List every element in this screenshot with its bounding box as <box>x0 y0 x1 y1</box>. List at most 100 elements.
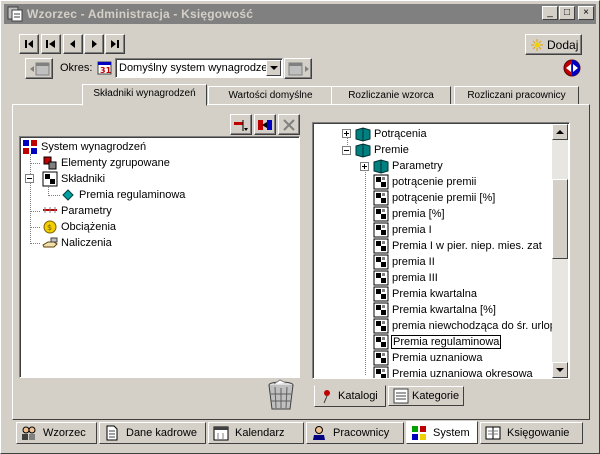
tab-system[interactable]: System <box>406 421 478 444</box>
catalog-item[interactable]: Premia kwartalna [%] <box>373 302 496 318</box>
period-select[interactable]: Domyślny system wynagrodzeń <box>115 58 283 78</box>
maximize-button[interactable]: □ <box>559 6 575 20</box>
close-button[interactable]: × <box>578 6 594 20</box>
delete-button[interactable] <box>278 114 300 135</box>
prev-period-button[interactable] <box>25 58 53 79</box>
arrow-up-icon <box>556 130 564 134</box>
scroll-up-button[interactable] <box>552 124 568 140</box>
collapse-icon[interactable] <box>25 174 34 183</box>
tab-kategorie[interactable]: Kategorie <box>388 386 464 406</box>
component-icon <box>373 222 389 238</box>
scroll-down-button[interactable] <box>552 362 568 378</box>
catalog-item[interactable]: Premia I w pier. niep. mies. zat <box>373 238 542 254</box>
tree-item-label: Premia kwartalna <box>392 288 477 300</box>
tab-skladniki[interactable]: Składniki wynagrodzeń <box>82 84 207 106</box>
component-icon <box>373 174 389 190</box>
person-icon <box>311 425 327 441</box>
catalog-item[interactable]: Premia kwartalna <box>373 286 477 302</box>
tree-item-skladniki[interactable]: Składniki <box>42 171 105 187</box>
tree-folder-parametry[interactable]: Parametry <box>373 158 443 174</box>
tab-dane-kadrowe[interactable]: Dane kadrowe <box>99 422 206 444</box>
catalog-item[interactable]: premia [%] <box>373 206 445 222</box>
catalog-item[interactable]: potrącenie premii [%] <box>373 190 495 206</box>
tab-kalendarz[interactable]: Kalendarz <box>208 422 304 444</box>
expand-icon[interactable] <box>342 129 351 138</box>
x-icon <box>283 119 295 131</box>
catalog-scrollbar[interactable] <box>552 124 568 378</box>
catalog-item[interactable]: Premia regulaminowa <box>373 334 502 350</box>
add-component-button[interactable] <box>254 114 276 135</box>
catalog-item[interactable]: potrącenie premii <box>373 174 476 190</box>
catalog-item[interactable]: premia III <box>373 270 438 286</box>
catalog-item[interactable]: Premia uznaniowa <box>373 350 483 366</box>
tab-katalogi[interactable]: Katalogi <box>314 385 386 407</box>
tab-label: Wzorzec <box>43 427 86 439</box>
next-record-button[interactable] <box>84 34 104 54</box>
tab-wzorzec[interactable]: Wzorzec <box>16 422 97 444</box>
svg-text:31: 31 <box>100 66 112 75</box>
tree-folder-potracenia[interactable]: Potrącenia <box>355 126 427 142</box>
tab-rozliczani-pracownicy[interactable]: Rozliczani pracownicy <box>454 86 579 106</box>
tree-item-premia-regulaminowa[interactable]: Premia regulaminowa <box>60 187 185 203</box>
tab-label: Pracownicy <box>333 427 390 439</box>
tab-pracownicy[interactable]: Pracownicy <box>306 422 404 444</box>
calendar-prev-icon <box>30 62 50 76</box>
component-icon <box>373 190 389 206</box>
book-icon <box>355 142 371 158</box>
group-icon <box>42 155 58 171</box>
tab-label: Dane kadrowe <box>126 427 197 439</box>
system-puzzle-icon <box>411 425 427 441</box>
tree-item-parametry[interactable]: Parametry <box>42 203 112 219</box>
remove-component-button[interactable] <box>230 114 252 135</box>
tab-wartosci-domyslne[interactable]: Wartości domyślne <box>208 86 333 106</box>
prev-page-button[interactable] <box>41 34 61 54</box>
tree-item-label: Obciążenia <box>61 221 117 233</box>
pin-icon <box>319 388 335 404</box>
tab-label: Księgowanie <box>507 427 570 439</box>
tree-item-label: premia II <box>392 256 435 268</box>
tree-item-obciazenia[interactable]: $ Obciążenia <box>42 219 116 235</box>
add-button[interactable]: Dodaj <box>525 34 582 55</box>
scroll-thumb[interactable] <box>552 179 568 259</box>
list-icon <box>393 388 409 404</box>
remove-icon <box>234 120 248 131</box>
title-bar[interactable]: Wzorzec - Administracja - Księgowość _ □… <box>4 4 596 24</box>
tree-item-label: Parametry <box>392 160 443 172</box>
components-tree[interactable]: System wynagrodzeń Elementy zgrupowane S… <box>19 136 300 378</box>
catalog-item[interactable]: premia I <box>373 222 432 238</box>
component-icon <box>373 302 389 318</box>
tab-rozliczanie-wzorca[interactable]: Rozliczanie wzorca <box>331 86 451 106</box>
tree-item-label: premia III <box>392 272 438 284</box>
first-record-button[interactable] <box>19 34 39 54</box>
catalog-item[interactable]: premia II <box>373 254 435 270</box>
trash-icon[interactable] <box>266 379 296 411</box>
system-icon <box>22 139 38 155</box>
period-select-value: Domyślny system wynagrodzeń <box>119 62 274 74</box>
tree-item-elementy[interactable]: Elementy zgrupowane <box>42 155 170 171</box>
component-icon <box>373 334 389 350</box>
prev-record-button[interactable] <box>63 34 83 54</box>
tree-folder-premie[interactable]: Premie <box>355 142 409 158</box>
tree-root[interactable]: System wynagrodzeń <box>22 139 146 155</box>
last-record-button[interactable] <box>105 34 125 54</box>
last-icon <box>111 40 119 48</box>
coin-icon: $ <box>42 219 58 235</box>
tree-item-label: Potrącenia <box>374 128 427 140</box>
collapse-icon[interactable] <box>342 146 351 155</box>
tree-item-label: Premie <box>374 144 409 156</box>
minimize-button[interactable]: _ <box>542 6 558 20</box>
next-period-button[interactable] <box>284 58 312 79</box>
tab-ksiegowanie[interactable]: Księgowanie <box>480 422 583 444</box>
chevron-down-icon[interactable] <box>266 60 281 76</box>
swap-icon[interactable] <box>563 59 581 77</box>
tree-item-naliczenia[interactable]: Naliczenia <box>42 235 112 251</box>
tree-item-label: Składniki <box>61 173 106 185</box>
expand-icon[interactable] <box>360 162 369 171</box>
book-icon <box>355 126 371 142</box>
catalog-item[interactable]: premia niewchodząca do śr. urlop <box>373 318 556 334</box>
catalog-item[interactable]: Premia uznaniowa okresowa <box>373 366 533 378</box>
component-icon <box>373 366 389 378</box>
catalog-tree[interactable]: Potrącenia Premie Parametry potrącenie p… <box>312 122 570 379</box>
component-icon <box>373 286 389 302</box>
tab-label: System <box>433 426 470 439</box>
